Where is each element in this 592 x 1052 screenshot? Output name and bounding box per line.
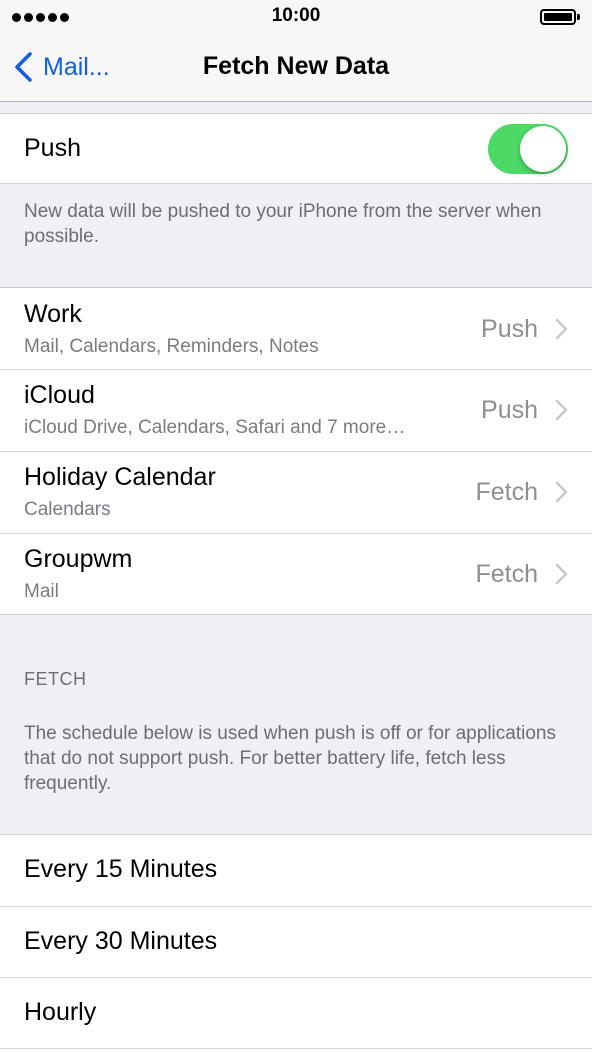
- push-row: Push: [0, 114, 592, 183]
- fetch-option-label: Every 15 Minutes: [24, 855, 218, 883]
- status-bar: 10:00: [0, 0, 592, 34]
- fetch-schedule-group: Every 15 Minutes Every 30 Minutes Hourly: [0, 834, 592, 1052]
- chevron-right-icon: [555, 399, 568, 421]
- page-title: Fetch New Data: [202, 52, 390, 80]
- account-fetch-value: Push: [481, 396, 538, 424]
- account-fetch-value: Fetch: [475, 478, 538, 506]
- account-detail: iCloud Drive, Calendars, Safari and 7 mo…: [24, 417, 406, 438]
- accounts-group: Work Mail, Calendars, Reminders, Notes P…: [0, 287, 592, 615]
- account-name: Groupwm: [24, 545, 133, 573]
- battery-icon: [540, 9, 580, 25]
- account-fetch-value: Fetch: [475, 560, 538, 588]
- account-row-holiday-calendar[interactable]: Holiday Calendar Calendars Fetch: [0, 451, 592, 533]
- account-row-groupwm[interactable]: Groupwm Mail Fetch: [0, 533, 592, 614]
- account-detail: Mail: [24, 581, 59, 602]
- account-row-icloud[interactable]: iCloud iCloud Drive, Calendars, Safari a…: [0, 369, 592, 451]
- toggle-knob: [520, 126, 566, 172]
- account-detail: Calendars: [24, 499, 111, 520]
- account-detail: Mail, Calendars, Reminders, Notes: [24, 336, 319, 357]
- account-name: iCloud: [24, 381, 95, 409]
- chevron-right-icon: [555, 481, 568, 503]
- push-footer-note: New data will be pushed to your iPhone f…: [24, 201, 542, 247]
- push-group: Push: [0, 113, 592, 184]
- fetch-option-15-minutes[interactable]: Every 15 Minutes: [0, 835, 592, 906]
- fetch-option-hourly[interactable]: Hourly: [0, 977, 592, 1048]
- fetch-option-next: [0, 1048, 592, 1052]
- push-toggle[interactable]: [488, 124, 568, 174]
- status-time: 10:00: [271, 5, 321, 26]
- chevron-right-icon: [555, 563, 568, 585]
- fetch-option-30-minutes[interactable]: Every 30 Minutes: [0, 906, 592, 977]
- fetch-section-header: FETCH: [24, 669, 87, 689]
- account-name: Holiday Calendar: [24, 463, 216, 491]
- account-row-work[interactable]: Work Mail, Calendars, Reminders, Notes P…: [0, 288, 592, 369]
- navigation-bar: Mail... Fetch New Data: [0, 34, 592, 102]
- chevron-right-icon: [555, 318, 568, 340]
- fetch-option-label: Hourly: [24, 998, 97, 1026]
- fetch-option-label: Every 30 Minutes: [24, 927, 218, 955]
- push-label: Push: [24, 134, 81, 162]
- account-name: Work: [24, 300, 82, 328]
- account-fetch-value: Push: [481, 315, 538, 343]
- fetch-description: The schedule below is used when push is …: [24, 723, 556, 794]
